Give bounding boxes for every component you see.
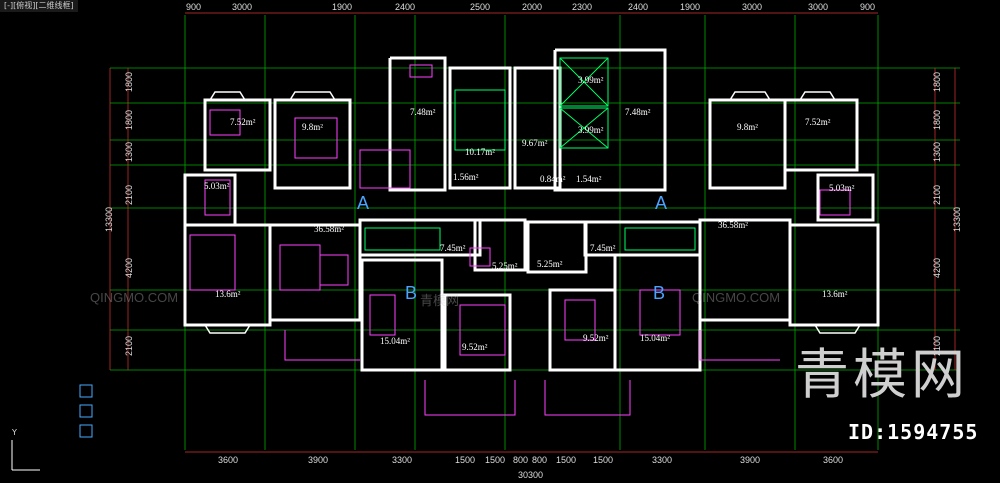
room-area-label: 9.8m² [302, 122, 323, 132]
room-area-label: 7.48m² [625, 107, 651, 117]
room-area-label: 15.04m² [640, 333, 670, 343]
room-area-label: 7.52m² [805, 117, 831, 127]
dim-bottom-7: 800 [532, 455, 548, 465]
room-area-label: 7.52m² [230, 117, 256, 127]
room-area-label: 5.25m² [492, 261, 518, 271]
dim-total-height-right: 13300 [952, 206, 962, 232]
unit-a-right-label: A [655, 193, 668, 213]
dim-right-1: 1800 [932, 71, 942, 92]
dim-bottom-12: 3600 [823, 455, 844, 465]
dim-right-5: 4200 [932, 257, 942, 278]
dim-left-3: 1300 [124, 141, 134, 162]
room-area-label: 13.6m² [822, 289, 848, 299]
viewport-label[interactable]: [-][俯视][二维线框] [0, 0, 78, 12]
room-area-label: 9.52m² [583, 333, 609, 343]
dim-left-6: 2100 [124, 335, 134, 356]
room-area-label: 3.99m² [578, 75, 604, 85]
watermark-site-text: QINGMO.COM [90, 290, 179, 305]
room-area-label: 1.54m² [576, 174, 602, 184]
dim-top-10: 3000 [742, 2, 763, 12]
dim-bottom-9: 1500 [593, 455, 614, 465]
watermark-logo: 青模网 [795, 343, 969, 406]
dim-bottom-10: 3300 [652, 455, 673, 465]
dim-bottom-3: 3300 [392, 455, 413, 465]
dim-top-11: 3000 [808, 2, 829, 12]
dim-top-4: 2400 [395, 2, 416, 12]
room-area-label: 5.03m² [829, 183, 855, 193]
dim-top-12: 900 [860, 2, 876, 12]
unit-b-left-label: B [405, 283, 418, 303]
unit-a-left-label: A [357, 193, 370, 213]
watermark-site-text: QINGMO.COM [692, 290, 781, 305]
dim-left-2: 1800 [124, 109, 134, 130]
room-area-label: 3.99m² [578, 125, 604, 135]
dim-left-4: 2100 [124, 184, 134, 205]
room-area-label: 0.84m² [540, 174, 566, 184]
room-area-label: 10.17m² [465, 147, 495, 157]
dim-top-3: 1900 [332, 2, 353, 12]
room-area-label: 9.52m² [462, 342, 488, 352]
dim-top-9: 1900 [680, 2, 701, 12]
room-area-label: 36.58m² [314, 224, 344, 234]
dim-bottom-8: 1500 [556, 455, 577, 465]
dim-bottom-4: 1500 [455, 455, 476, 465]
dim-bottom-2: 3900 [308, 455, 329, 465]
dim-top-1: 900 [186, 2, 202, 12]
room-area-label: 7.45m² [440, 243, 466, 253]
room-area-label: 36.58m² [718, 220, 748, 230]
dim-top-2: 3000 [232, 2, 253, 12]
dim-bottom-6: 800 [513, 455, 529, 465]
dim-bottom-1: 3600 [218, 455, 239, 465]
room-area-label: 15.04m² [380, 336, 410, 346]
watermark-small-logo: 青模网 [420, 293, 460, 308]
dim-right-2: 1800 [932, 109, 942, 130]
dim-left-5: 4200 [124, 257, 134, 278]
watermark-id: ID:1594755 [848, 420, 979, 444]
room-area-label: 13.6m² [215, 289, 241, 299]
room-area-label: 5.03m² [204, 181, 230, 191]
room-area-label: 7.45m² [590, 243, 616, 253]
ucs-y-axis-label: Y [12, 428, 17, 437]
dim-bottom-11: 3900 [740, 455, 761, 465]
dim-top-7: 2300 [572, 2, 593, 12]
dim-right-3: 1300 [932, 141, 942, 162]
dim-right-4: 2100 [932, 184, 942, 205]
dim-left-1: 1800 [124, 71, 134, 92]
unit-b-right-label: B [653, 283, 666, 303]
room-area-label: 9.67m² [522, 138, 548, 148]
room-area-label: 7.48m² [410, 107, 436, 117]
dim-top-6: 2000 [522, 2, 543, 12]
dim-top-5: 2500 [470, 2, 491, 12]
dim-bottom-5: 1500 [485, 455, 506, 465]
room-area-label: 5.25m² [537, 259, 563, 269]
room-area-label: 1.56m² [453, 172, 479, 182]
room-area-label: 9.8m² [737, 122, 758, 132]
dim-top-8: 2400 [628, 2, 649, 12]
dim-total-height-left: 13300 [104, 206, 114, 232]
